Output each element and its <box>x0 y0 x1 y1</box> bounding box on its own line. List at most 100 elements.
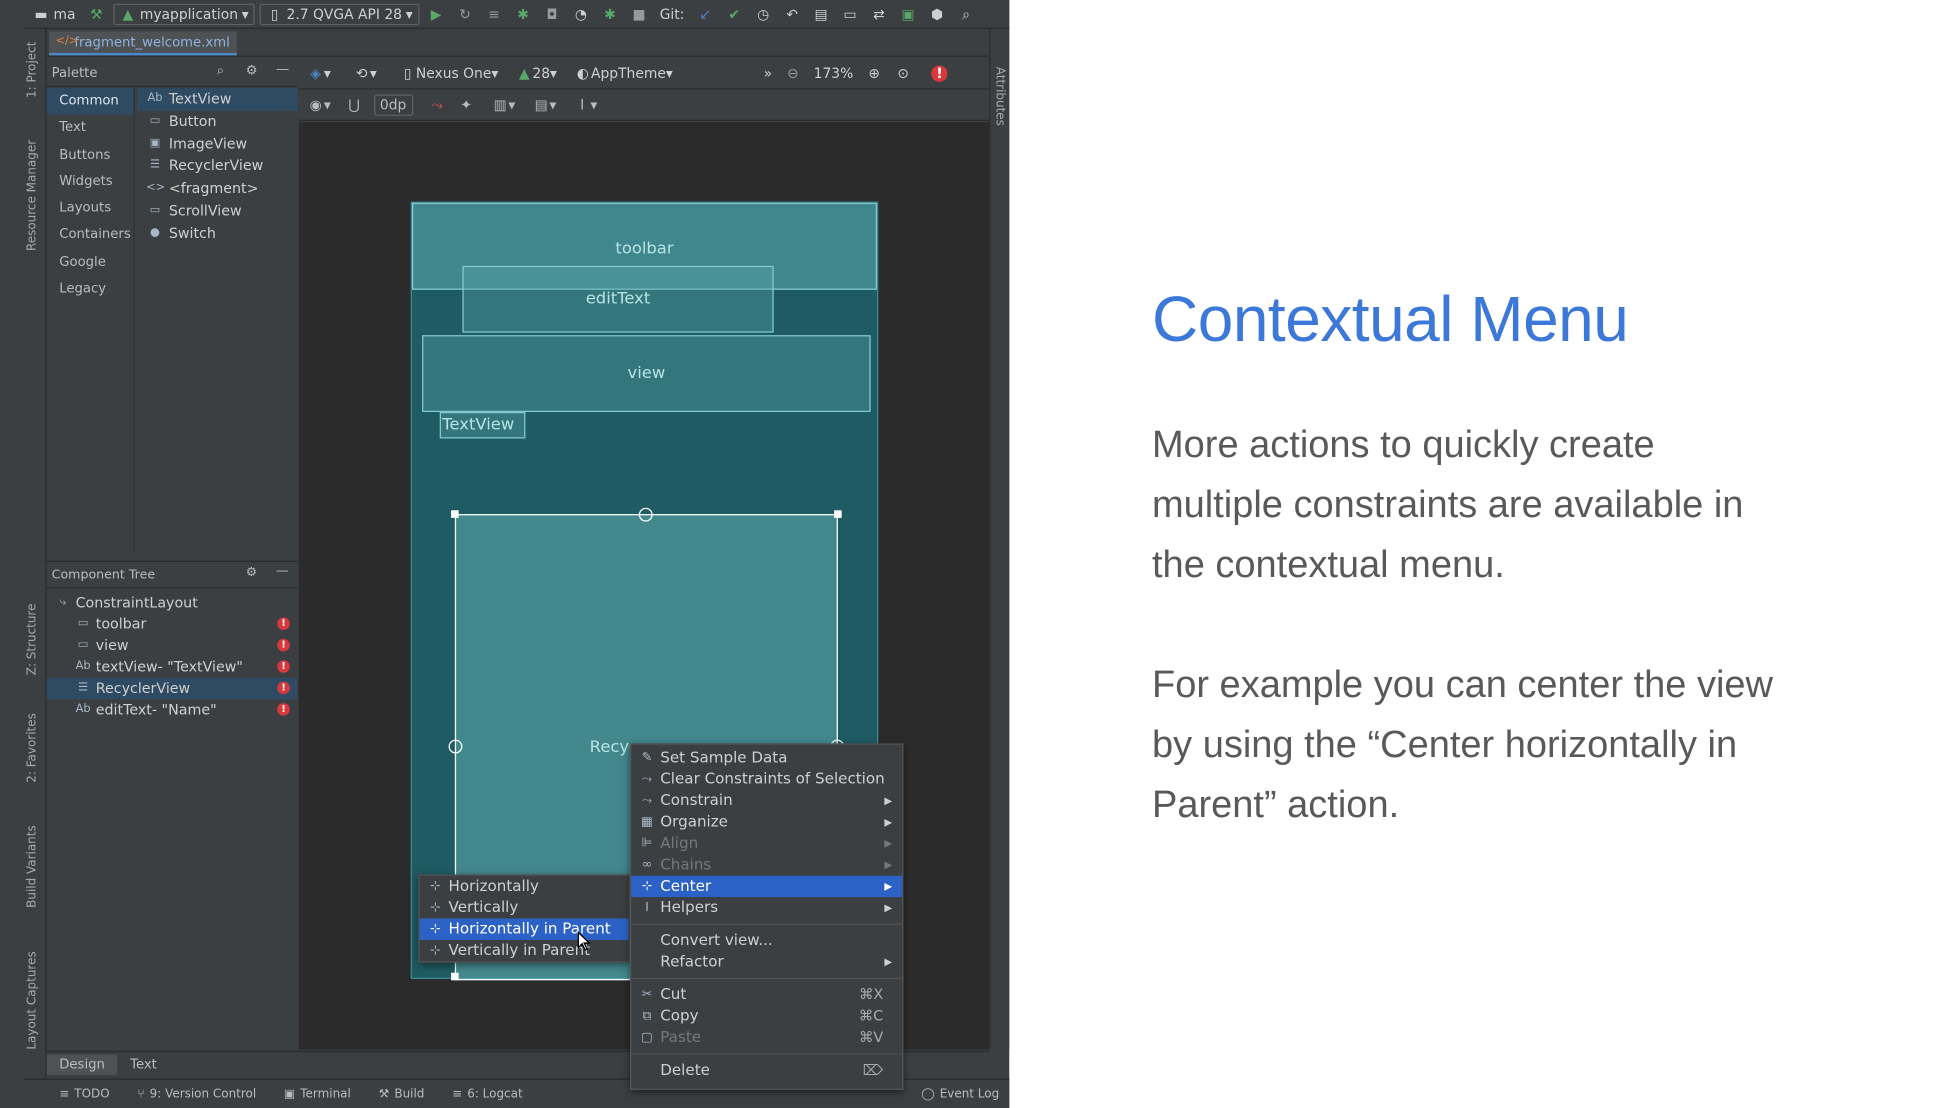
run-config-dropdown[interactable]: ▲ myapplication ▾ <box>113 3 256 25</box>
menu-item-delete[interactable]: Delete ⌦ <box>631 1060 902 1081</box>
event-log-button[interactable]: ◯ Event Log <box>921 1087 999 1101</box>
textview-box[interactable]: TextView <box>439 412 526 439</box>
tree-row-constraintlayout[interactable]: ⤷ ConstraintLayout <box>47 592 298 613</box>
menu-item-constrain[interactable]: ⤳ Constrain ▶ <box>631 790 902 811</box>
menu-item-convert-view[interactable]: Convert view... <box>631 930 902 951</box>
search-button[interactable]: ⌕ <box>954 3 978 26</box>
palette-item-recyclerview[interactable]: ☰ RecyclerView <box>137 155 297 177</box>
minimize-icon[interactable]: — <box>276 564 289 578</box>
palette-category-buttons[interactable]: Buttons <box>47 142 134 169</box>
error-icon[interactable]: ! <box>277 660 290 673</box>
coverage-button[interactable]: ◘ <box>540 3 564 26</box>
todo-button[interactable]: ≡ TODO <box>59 1087 109 1101</box>
build-tool-button[interactable]: ⚒ Build <box>379 1087 425 1101</box>
palette-item-button[interactable]: ▭ Button <box>137 111 297 133</box>
more-button[interactable]: » <box>760 62 776 85</box>
view-options-button[interactable]: ◉ ▾ <box>304 94 335 117</box>
constraint-handle-top[interactable] <box>638 507 653 522</box>
tool-tab-layout-captures[interactable]: Layout Captures <box>25 951 39 1049</box>
clear-constraints-button[interactable]: ⤳ <box>425 94 449 117</box>
submenu-item-horizontally-in-parent[interactable]: ⊹ Horizontally in Parent <box>419 918 629 940</box>
tool-tab-structure[interactable]: Z: Structure <box>25 604 39 676</box>
menu-item-set-sample-data[interactable]: ✎ Set Sample Data <box>631 747 902 768</box>
version-control-button[interactable]: ⑂ 9: Version Control <box>137 1087 256 1101</box>
search-icon[interactable]: ⌕ <box>217 63 224 79</box>
zoom-in-button[interactable]: ⊕ <box>862 62 886 85</box>
zoom-out-button[interactable]: ⊖ <box>781 62 805 85</box>
run-button[interactable]: ▶ <box>424 3 448 26</box>
tree-row-toolbar[interactable]: ▭ toolbar! <box>47 614 298 635</box>
gear-icon[interactable]: ⚙ <box>246 566 257 580</box>
tree-row-view[interactable]: ▭ view! <box>47 635 298 656</box>
tool-tab-attributes[interactable]: Attributes <box>993 67 1007 126</box>
git-commit-button[interactable]: ✔ <box>722 3 746 26</box>
palette-category-containers[interactable]: Containers <box>47 222 134 249</box>
resize-handle[interactable] <box>451 972 459 981</box>
git-update-button[interactable]: ↙ <box>693 3 717 26</box>
tree-row-edittext[interactable]: Ab editText- "Name"! <box>47 699 298 720</box>
menu-item-cut[interactable]: ✂ Cut ⌘X <box>631 984 902 1005</box>
align-button[interactable]: ▤ ▾ <box>529 94 560 117</box>
menu-item-center[interactable]: ⊹ Center ▶ <box>631 875 903 898</box>
error-icon[interactable]: ! <box>277 638 290 652</box>
error-icon[interactable]: ! <box>277 617 290 630</box>
tool-tab-project[interactable]: 1: Project <box>25 42 39 98</box>
zoom-fit-button[interactable]: ⊙ <box>891 62 915 85</box>
infer-constraints-button[interactable]: ✦ <box>454 94 478 117</box>
autoconnect-button[interactable]: ⋃ <box>342 94 366 117</box>
submenu-item-vertically[interactable]: ⊹ Vertically <box>420 897 629 918</box>
build-button[interactable]: ⚒ <box>84 3 108 26</box>
tab-design[interactable]: Design <box>46 1054 118 1075</box>
menu-item-copy[interactable]: ⧉ Copy ⌘C <box>631 1005 902 1026</box>
device-selector[interactable]: ▯ Nexus One ▾ <box>396 62 502 85</box>
tool-tab-build-variants[interactable]: Build Variants <box>25 825 39 908</box>
theme-selector[interactable]: ◐ AppTheme ▾ <box>571 62 677 85</box>
palette-category-common[interactable]: Common <box>46 88 134 116</box>
tree-row-recyclerview[interactable]: ☰ RecyclerView! <box>46 677 298 700</box>
tool-tab-favorites[interactable]: 2: Favorites <box>25 713 39 783</box>
file-tab-fragment-welcome[interactable]: </> fragment_welcome.xml <box>49 31 238 56</box>
resize-handle[interactable] <box>834 510 842 518</box>
resize-handle[interactable] <box>451 510 459 518</box>
palette-category-layouts[interactable]: Layouts <box>47 196 134 223</box>
stop-button[interactable]: ■ <box>627 3 651 26</box>
terminal-button[interactable]: ▣ Terminal <box>284 1087 351 1101</box>
submenu-item-horizontally[interactable]: ⊹ Horizontally <box>420 876 629 897</box>
palette-item-switch[interactable]: ● Switch <box>137 223 297 245</box>
warnings-button[interactable]: ! <box>928 62 952 85</box>
sync-button[interactable]: ⇄ <box>867 3 891 26</box>
edittext-view[interactable]: editText <box>462 265 774 333</box>
default-margin-field[interactable]: 0dp <box>373 94 413 116</box>
pack-button[interactable]: ▥ ▾ <box>488 94 519 117</box>
apply-code-button[interactable]: ≡ <box>482 3 506 26</box>
submenu-item-vertically-in-parent[interactable]: ⊹ Vertically in Parent <box>420 940 629 961</box>
tab-text[interactable]: Text <box>118 1055 170 1075</box>
git-history-button[interactable]: ◷ <box>751 3 775 26</box>
sdk-button[interactable]: ⬢ <box>925 3 949 26</box>
view-box[interactable]: view <box>422 335 871 413</box>
palette-item-textview[interactable]: Ab TextView <box>137 88 298 111</box>
profile-button[interactable]: ◔ <box>569 3 593 26</box>
avd-manager-button[interactable]: ▣ <box>896 3 920 26</box>
device-dropdown[interactable]: ▯ 2.7 QVGA API 28 ▾ <box>260 3 420 25</box>
palette-category-widgets[interactable]: Widgets <box>47 169 134 196</box>
constraint-handle-left[interactable] <box>448 739 463 754</box>
logcat-button[interactable]: ≡ 6: Logcat <box>452 1087 523 1101</box>
api-selector[interactable]: ▲ 28 ▾ <box>512 62 561 85</box>
palette-category-google[interactable]: Google <box>47 249 134 276</box>
guidelines-button[interactable]: I ▾ <box>570 94 601 117</box>
gear-icon[interactable]: ⚙ <box>246 63 258 78</box>
attach-debugger-button[interactable]: ✱ <box>598 3 622 26</box>
tool-tab-resource-manager[interactable]: Resource Manager <box>25 140 39 251</box>
tree-row-textview[interactable]: Ab textView- "TextView"! <box>47 656 298 677</box>
palette-item-fragment[interactable]: <> <fragment> <box>137 178 297 200</box>
orientation-button[interactable]: ⟲ ▾ <box>350 62 381 85</box>
git-rollback-button[interactable]: ↶ <box>780 3 804 26</box>
debug-button[interactable]: ✱ <box>511 3 535 26</box>
menu-item-helpers[interactable]: I Helpers ▶ <box>631 897 902 918</box>
menu-item-clear-constraints-of-selection[interactable]: ⤳ Clear Constraints of Selection <box>631 769 902 790</box>
palette-category-legacy[interactable]: Legacy <box>47 276 134 303</box>
project-structure-button[interactable]: ▤ <box>809 3 833 26</box>
error-icon[interactable]: ! <box>277 703 290 716</box>
design-surface-button[interactable]: ◈ ▾ <box>304 62 335 85</box>
